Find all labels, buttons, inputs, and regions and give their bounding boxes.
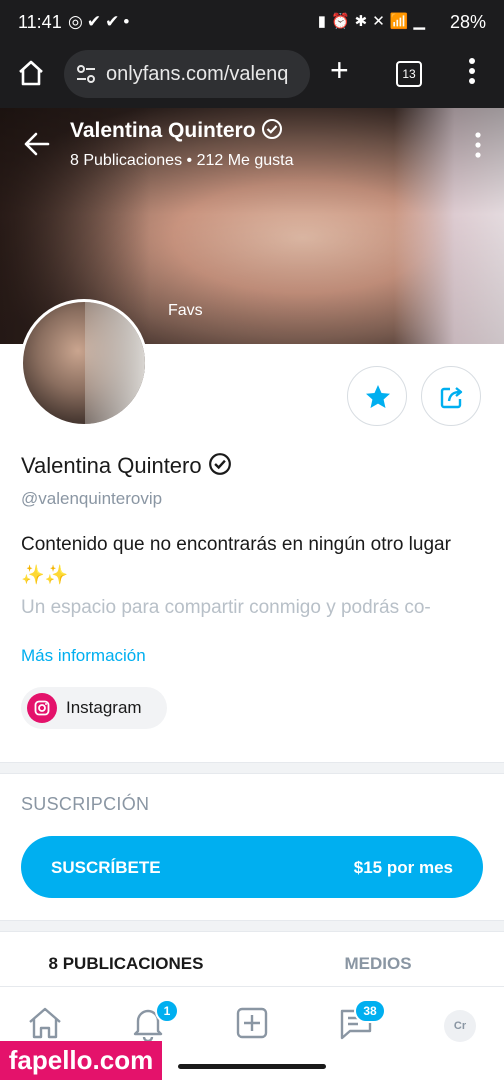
instagram-icon bbox=[27, 693, 57, 723]
status-time: 11:41 bbox=[18, 12, 62, 32]
instagram-label: Instagram bbox=[66, 698, 142, 717]
tab-posts[interactable]: 8 PUBLICACIONES bbox=[0, 942, 252, 986]
system-icons: ▮⏰✱✕📶▁ bbox=[317, 13, 430, 30]
divider bbox=[0, 920, 504, 932]
verified-badge-icon bbox=[262, 119, 283, 139]
cover-stats: 8 Publicaciones • 212 Me gusta bbox=[70, 152, 294, 169]
new-tab-icon[interactable]: + bbox=[330, 54, 349, 86]
bio-text-faded: Un espacio para compartir conmigo y podr… bbox=[21, 597, 431, 618]
bio-text: Contenido que no encontrarás en ningún o… bbox=[21, 534, 451, 586]
profile-name: Valentina Quintero bbox=[21, 452, 232, 479]
notifications-badge: 1 bbox=[155, 999, 179, 1023]
share-button[interactable] bbox=[421, 366, 481, 426]
tab-switcher-button[interactable]: 13 bbox=[396, 61, 422, 87]
share-icon bbox=[440, 387, 463, 409]
subscribe-price: $15 por mes bbox=[353, 858, 453, 877]
favorite-button[interactable] bbox=[347, 366, 407, 426]
avatar[interactable]: Cr bbox=[444, 1010, 476, 1042]
battery-level: 28% bbox=[449, 12, 486, 32]
star-icon bbox=[366, 385, 390, 408]
back-arrow-icon[interactable] bbox=[22, 130, 50, 158]
messages-badge: 38 bbox=[354, 999, 386, 1023]
avatar[interactable] bbox=[20, 299, 148, 427]
url-text: onlyfans.com/valenq bbox=[106, 63, 289, 85]
home-icon[interactable] bbox=[16, 58, 46, 88]
favs-label: Favs bbox=[168, 302, 203, 319]
notification-icons: ◎✔✔• bbox=[68, 12, 134, 31]
subscribe-button[interactable]: SUSCRÍBETE $15 por mes bbox=[21, 836, 483, 898]
tab-media[interactable]: MEDIOS bbox=[252, 942, 504, 986]
cover-profile-name: Valentina Quintero bbox=[70, 118, 283, 143]
home-icon[interactable] bbox=[25, 1003, 65, 1043]
more-options-icon[interactable] bbox=[474, 130, 482, 160]
instagram-link[interactable]: Instagram bbox=[21, 687, 167, 729]
address-bar[interactable]: onlyfans.com/valenq bbox=[64, 50, 310, 98]
browser-toolbar: onlyfans.com/valenq + 13 bbox=[0, 44, 504, 108]
watermark: fapello.com bbox=[0, 1041, 162, 1080]
status-bar: 11:41 ◎✔✔• ▮⏰✱✕📶▁ 28% bbox=[0, 0, 504, 44]
home-indicator bbox=[178, 1064, 326, 1069]
verified-badge-icon bbox=[208, 453, 231, 475]
add-post-icon[interactable] bbox=[232, 1003, 272, 1043]
subscription-title: SUSCRIPCIÓN bbox=[21, 794, 150, 814]
more-menu-icon[interactable] bbox=[462, 56, 482, 86]
divider bbox=[0, 762, 504, 774]
more-info-link[interactable]: Más información bbox=[21, 646, 146, 666]
subscribe-label: SUSCRÍBETE bbox=[51, 858, 161, 877]
profile-handle: @valenquinterovip bbox=[21, 489, 163, 508]
site-settings-icon[interactable] bbox=[76, 64, 96, 84]
